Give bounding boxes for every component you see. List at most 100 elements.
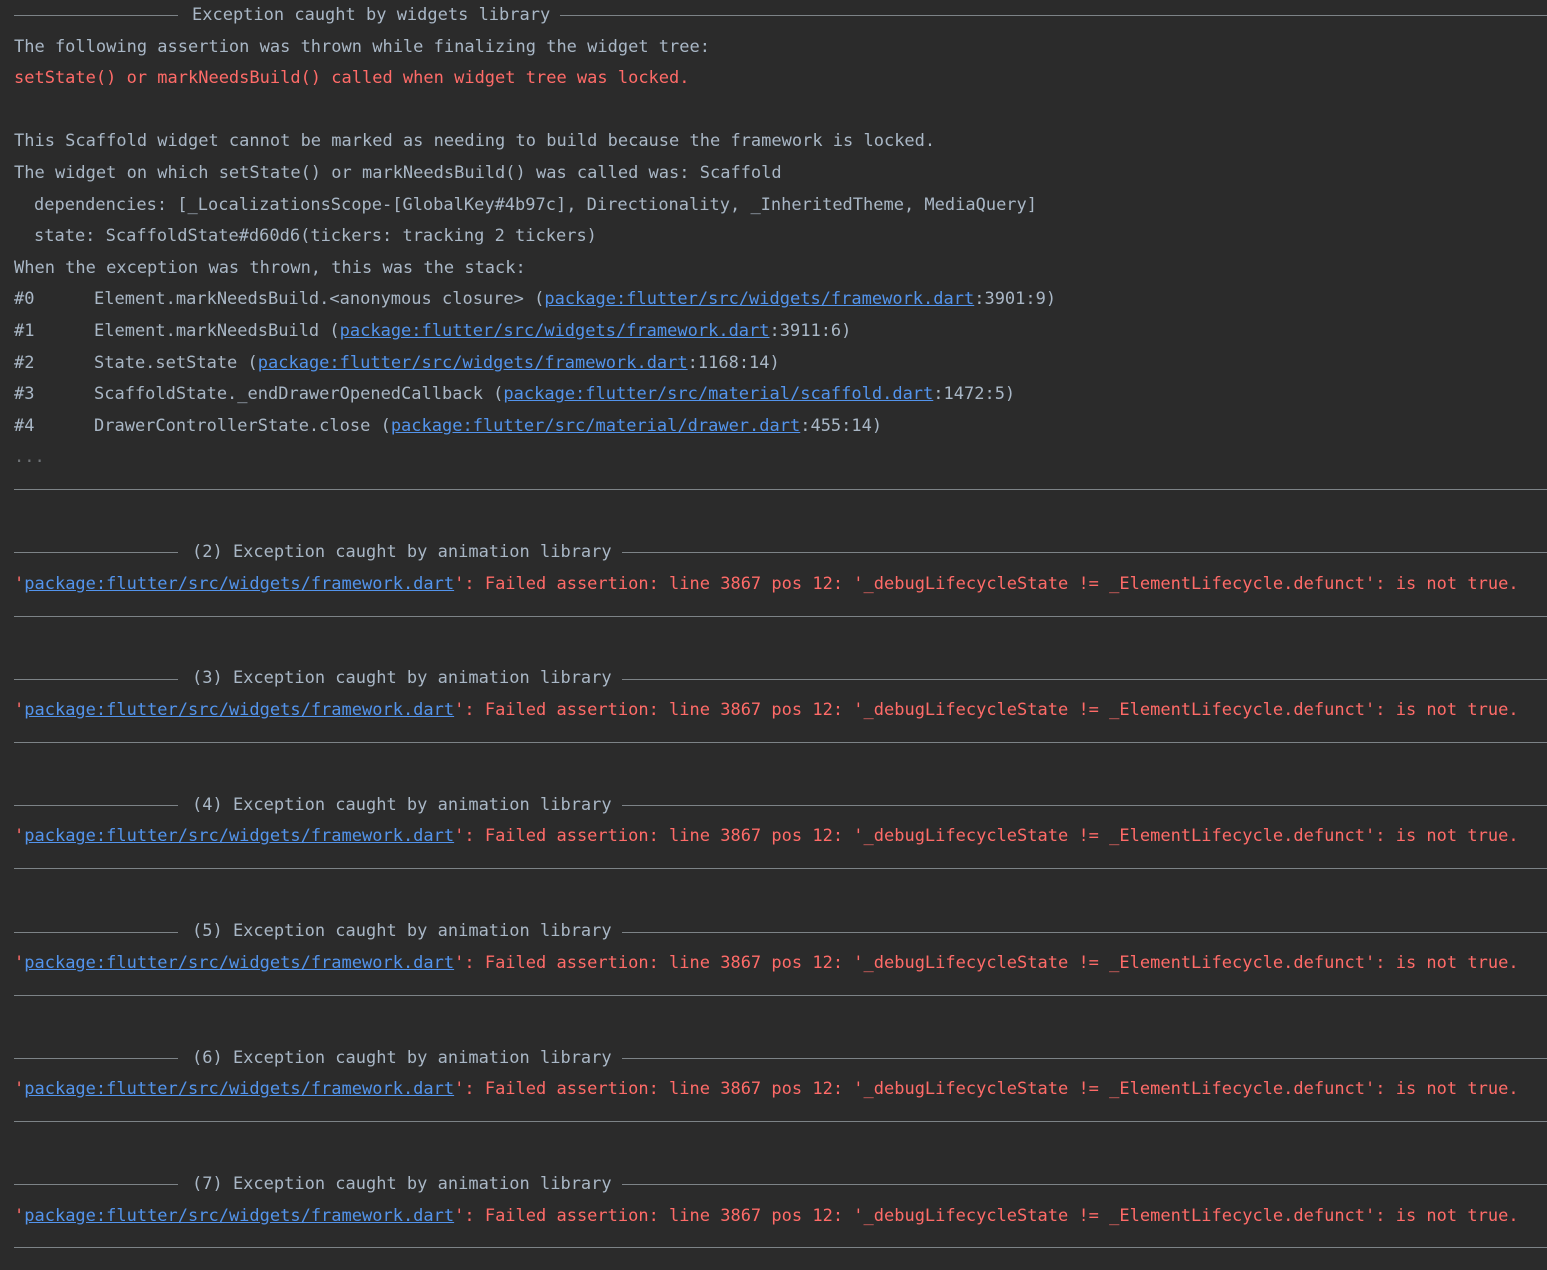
exception-header-text: (3) Exception caught by animation librar… — [192, 668, 612, 689]
assertion-message: ' package:flutter/src/widgets/framework.d… — [14, 948, 1547, 980]
exception-header-text: Exception caught by widgets library — [192, 5, 551, 25]
stack-ellipsis[interactable]: ... — [14, 442, 1547, 474]
header-rule-right — [560, 15, 1547, 17]
block-separator — [14, 979, 1547, 1011]
block-separator — [14, 727, 1547, 759]
quote-open: ' — [14, 1205, 25, 1226]
source-link[interactable]: package:flutter/src/material/drawer.dart — [391, 411, 800, 443]
assertion-message: ' package:flutter/src/widgets/framework.d… — [14, 695, 1547, 727]
assertion-text: ': Failed assertion: line 3867 pos 12: '… — [454, 573, 1519, 594]
header-rule-right — [621, 931, 1547, 933]
description-line: The widget on which setState() or markNe… — [14, 162, 782, 183]
exception-header: (7) Exception caught by animation librar… — [14, 1169, 1547, 1201]
quote-open: ' — [14, 952, 25, 973]
separator-rule — [14, 489, 1547, 491]
exception-header-text: (4) Exception caught by animation librar… — [192, 794, 612, 815]
frame-method: Element.markNeedsBuild ( — [94, 320, 340, 341]
console-output[interactable]: Exception caught by widgets library The … — [14, 0, 1547, 1270]
frame-method: DrawerControllerState.close ( — [94, 415, 391, 436]
state-line: state: ScaffoldState#d60d6(tickers: trac… — [34, 226, 597, 247]
assertion-message: ' package:flutter/src/widgets/framework.d… — [14, 569, 1547, 601]
block-separator — [14, 1232, 1547, 1264]
assertion-text: ': Failed assertion: line 3867 pos 12: '… — [454, 700, 1519, 721]
exception-header: (6) Exception caught by animation librar… — [14, 1043, 1547, 1075]
exception-header-text: (6) Exception caught by animation librar… — [192, 1047, 612, 1068]
source-link[interactable]: package:flutter/src/widgets/framework.da… — [544, 284, 974, 316]
exception-header-text: (2) Exception caught by animation librar… — [192, 542, 612, 563]
source-link[interactable]: package:flutter/src/widgets/framework.da… — [24, 569, 454, 601]
source-link[interactable]: package:flutter/src/widgets/framework.da… — [24, 695, 454, 727]
header-rule-right — [621, 1184, 1547, 1186]
assertion-text: ': Failed assertion: line 3867 pos 12: '… — [454, 952, 1519, 973]
stack-intro: When the exception was thrown, this was … — [14, 257, 526, 278]
source-link[interactable]: package:flutter/src/widgets/framework.da… — [24, 821, 454, 853]
header-rule-right — [621, 805, 1547, 807]
separator-rule — [14, 741, 1547, 743]
stack-frame: #2 State.setState (package:flutter/src/wi… — [14, 348, 1547, 380]
quote-open: ' — [14, 573, 25, 594]
block-separator — [14, 474, 1547, 506]
assertion-message: ' package:flutter/src/widgets/framework.d… — [14, 1201, 1547, 1233]
header-rule-left — [14, 15, 178, 17]
block-separator — [14, 600, 1547, 632]
frame-number: #3 — [14, 384, 35, 405]
error-message: setState() or markNeedsBuild() called wh… — [14, 68, 690, 89]
header-rule-left — [14, 805, 178, 807]
frame-number: #4 — [14, 415, 35, 436]
frame-position: :1168:14) — [687, 352, 780, 373]
separator-rule — [14, 994, 1547, 996]
assertion-message: ' package:flutter/src/widgets/framework.d… — [14, 1074, 1547, 1106]
frame-method: Element.markNeedsBuild.<anonymous closur… — [94, 289, 545, 310]
assertion-text: ': Failed assertion: line 3867 pos 12: '… — [454, 826, 1519, 847]
header-rule-left — [14, 678, 178, 680]
exception-header: Exception caught by widgets library — [14, 0, 1547, 32]
exception-header: (2) Exception caught by animation librar… — [14, 537, 1547, 569]
frame-position: :3901:9) — [974, 289, 1057, 310]
header-rule-left — [14, 1057, 178, 1059]
exception-header-text: (5) Exception caught by animation librar… — [192, 921, 612, 942]
header-rule-left — [14, 1184, 178, 1186]
source-link[interactable]: package:flutter/src/widgets/framework.da… — [258, 348, 688, 380]
source-link[interactable]: package:flutter/src/widgets/framework.da… — [24, 948, 454, 980]
assertion-text: ': Failed assertion: line 3867 pos 12: '… — [454, 1079, 1519, 1100]
quote-open: ' — [14, 700, 25, 721]
source-link[interactable]: package:flutter/src/material/scaffold.da… — [503, 379, 933, 411]
stack-frame: #1 Element.markNeedsBuild (package:flutte… — [14, 316, 1547, 348]
assertion-text: ': Failed assertion: line 3867 pos 12: '… — [454, 1205, 1519, 1226]
frame-position: :1472:5) — [933, 384, 1016, 405]
separator-rule — [14, 868, 1547, 870]
stack-frame: #0 Element.markNeedsBuild.<anonymous clos… — [14, 284, 1547, 316]
source-link[interactable]: package:flutter/src/widgets/framework.da… — [24, 1201, 454, 1233]
header-rule-right — [621, 552, 1547, 554]
assertion-intro: The following assertion was thrown while… — [14, 36, 710, 57]
block-separator — [14, 853, 1547, 885]
quote-open: ' — [14, 1079, 25, 1100]
assertion-message: ' package:flutter/src/widgets/framework.d… — [14, 821, 1547, 853]
frame-number: #1 — [14, 320, 35, 341]
frame-method: State.setState ( — [94, 352, 258, 373]
source-link[interactable]: package:flutter/src/widgets/framework.da… — [340, 316, 770, 348]
dependencies-line: dependencies: [_LocalizationsScope-[Glob… — [34, 194, 1038, 215]
frame-position: :455:14) — [800, 415, 883, 436]
block-separator — [14, 1106, 1547, 1138]
source-link[interactable]: package:flutter/src/widgets/framework.da… — [24, 1074, 454, 1106]
exception-header: (5) Exception caught by animation librar… — [14, 916, 1547, 948]
exception-header: (3) Exception caught by animation librar… — [14, 663, 1547, 695]
exception-header: (4) Exception caught by animation librar… — [14, 790, 1547, 822]
description-line: This Scaffold widget cannot be marked as… — [14, 131, 936, 152]
frame-number: #2 — [14, 352, 35, 373]
quote-open: ' — [14, 826, 25, 847]
separator-rule — [14, 1247, 1547, 1249]
header-rule-left — [14, 931, 178, 933]
exception-header-text: (7) Exception caught by animation librar… — [192, 1173, 612, 1194]
frame-method: ScaffoldState._endDrawerOpenedCallback ( — [94, 384, 504, 405]
separator-rule — [14, 1121, 1547, 1123]
frame-position: :3911:6) — [769, 320, 852, 341]
